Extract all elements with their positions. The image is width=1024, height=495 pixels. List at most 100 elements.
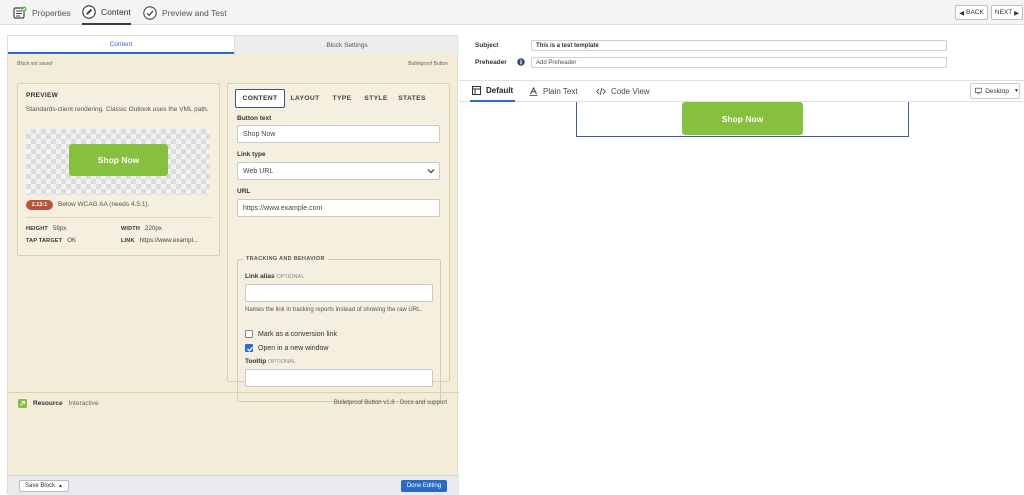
tab-plain-text-label: Plain Text bbox=[543, 87, 578, 96]
step-label: Content bbox=[101, 6, 131, 17]
tracking-title: TRACKING AND BEHAVIOR bbox=[243, 256, 328, 262]
resource-icon bbox=[18, 399, 27, 408]
step-preview-and-test[interactable]: Preview and Test bbox=[143, 0, 227, 25]
tab-block-settings[interactable]: Block Settings bbox=[234, 36, 459, 54]
tab-style[interactable]: STYLE bbox=[360, 89, 392, 108]
check-circle-icon bbox=[143, 5, 157, 20]
tap-target-stat: TAP TARGET OK bbox=[26, 237, 76, 244]
editor-tabs: Content Block Settings bbox=[8, 36, 459, 54]
step-content[interactable]: Content bbox=[82, 0, 131, 25]
tab-default-label: Default bbox=[486, 86, 514, 95]
resource-info: Resource Interactive bbox=[18, 399, 99, 408]
caret-up-icon: ▲ bbox=[58, 483, 63, 489]
conversion-label: Mark as a conversion link bbox=[258, 330, 337, 338]
resource-label: Resource bbox=[33, 400, 63, 407]
caret-right-icon: ▶ bbox=[1014, 9, 1020, 17]
url-input[interactable]: https://www.example.com bbox=[237, 199, 440, 217]
tooltip-label: Tooltip OPTIONAL bbox=[245, 358, 296, 365]
link-type-select[interactable]: Web URL bbox=[237, 162, 440, 180]
edit-pencil-icon bbox=[82, 4, 96, 19]
tab-content[interactable]: Content bbox=[8, 36, 234, 54]
caret-down-icon: ▼ bbox=[1014, 88, 1019, 94]
device-label: Desktop bbox=[985, 87, 1010, 95]
tab-default[interactable]: Default bbox=[470, 81, 516, 102]
tooltip-label-text: Tooltip bbox=[245, 358, 267, 365]
transparency-backdrop: Shop Now bbox=[26, 129, 210, 195]
tab-code-view[interactable]: Code View bbox=[596, 81, 650, 102]
height-label: HEIGHT bbox=[26, 226, 48, 232]
save-block-label: Save Block bbox=[25, 483, 56, 489]
save-block-button[interactable]: Save Block ▲ bbox=[19, 480, 69, 492]
link-stat: LINK https://www.exampl... bbox=[121, 237, 198, 244]
email-canvas-block[interactable]: Shop Now bbox=[576, 102, 909, 137]
conversion-checkbox[interactable] bbox=[245, 330, 253, 338]
subject-label: Subject bbox=[475, 42, 499, 49]
optional-tag: OPTIONAL bbox=[276, 274, 305, 280]
new-window-label: Open in a new window bbox=[258, 344, 329, 352]
wizard-bar: Properties Content Preview and Test ◀ BA… bbox=[0, 0, 1024, 25]
contrast-message: Below WCAG AA (needs 4.5:1). bbox=[58, 201, 150, 208]
info-icon[interactable] bbox=[517, 58, 525, 66]
link-alias-label-text: Link alias bbox=[245, 273, 275, 280]
next-label: NEXT bbox=[994, 9, 1013, 16]
caret-left-icon: ◀ bbox=[959, 9, 965, 17]
block-editor: Content Block Settings Block not saved B… bbox=[7, 35, 459, 495]
subject-input[interactable]: This is a test template bbox=[531, 40, 947, 51]
resource-kind: Interactive bbox=[68, 400, 99, 407]
preview-title: PREVIEW bbox=[26, 92, 59, 99]
conversion-option[interactable]: Mark as a conversion link bbox=[245, 330, 337, 338]
width-label: WIDTH bbox=[121, 226, 141, 232]
button-settings-panel: CONTENT LAYOUT TYPE STYLE STATES Button … bbox=[227, 83, 450, 402]
code-icon bbox=[596, 87, 606, 96]
width-stat: WIDTH 220px bbox=[121, 225, 162, 232]
preheader-label: Preheader bbox=[475, 59, 507, 66]
link-value: https://www.exampl... bbox=[139, 237, 199, 244]
docs-link[interactable]: Bulletproof Button v1.8 · Docs and suppo… bbox=[334, 400, 447, 406]
save-status: Block not saved bbox=[17, 61, 53, 67]
view-tabs: Default Plain Text Code View Desktop ▼ bbox=[459, 80, 1024, 102]
step-properties[interactable]: Properties bbox=[13, 0, 71, 25]
tab-plain-text[interactable]: Plain Text bbox=[529, 81, 578, 102]
preview-card: PREVIEW Standards-client rendering. Clas… bbox=[17, 83, 220, 256]
button-text-label: Button text bbox=[237, 115, 272, 122]
link-alias-input[interactable] bbox=[245, 284, 433, 302]
done-editing-button[interactable]: Done Editing bbox=[401, 480, 447, 492]
email-header: Subject This is a test template Preheade… bbox=[459, 35, 1024, 79]
tooltip-input[interactable] bbox=[245, 369, 433, 387]
text-icon bbox=[529, 87, 538, 96]
url-label: URL bbox=[237, 188, 251, 195]
new-window-checkbox[interactable] bbox=[245, 344, 254, 352]
tab-button-content[interactable]: CONTENT bbox=[235, 89, 285, 108]
link-label: LINK bbox=[121, 238, 135, 244]
back-label: BACK bbox=[966, 9, 984, 16]
button-text-input[interactable]: Shop Now bbox=[237, 125, 440, 143]
divider bbox=[26, 217, 211, 218]
tab-layout[interactable]: LAYOUT bbox=[288, 89, 322, 108]
canvas-shop-now-button[interactable]: Shop Now bbox=[682, 102, 803, 135]
tab-type[interactable]: TYPE bbox=[325, 89, 359, 108]
properties-icon bbox=[13, 5, 27, 19]
editor-footer: Save Block ▲ Done Editing bbox=[8, 475, 459, 495]
link-type-label: Link type bbox=[237, 151, 266, 158]
optional-tag: OPTIONAL bbox=[268, 359, 296, 365]
width-value: 220px bbox=[145, 225, 162, 232]
tracking-behavior-group: TRACKING AND BEHAVIOR Link alias OPTIONA… bbox=[237, 256, 441, 402]
step-label: Preview and Test bbox=[162, 7, 227, 18]
height-value: 59px bbox=[52, 225, 67, 232]
preheader-input[interactable]: Add Preheader bbox=[531, 57, 947, 68]
contrast-ratio-badge: 2.12:1 bbox=[26, 200, 53, 210]
preview-shop-now-button: Shop Now bbox=[69, 144, 168, 176]
link-alias-label: Link alias OPTIONAL bbox=[245, 273, 304, 280]
back-button[interactable]: ◀ BACK bbox=[955, 5, 988, 20]
height-stat: HEIGHT 59px bbox=[26, 225, 66, 232]
step-label: Properties bbox=[32, 7, 71, 18]
device-select[interactable]: Desktop ▼ bbox=[970, 83, 1020, 99]
next-button[interactable]: NEXT ▶ bbox=[991, 5, 1023, 20]
tab-code-view-label: Code View bbox=[611, 87, 650, 96]
tab-states[interactable]: STATES bbox=[393, 89, 431, 108]
monitor-icon bbox=[975, 87, 983, 95]
new-window-option[interactable]: Open in a new window bbox=[245, 344, 328, 352]
divider bbox=[8, 392, 459, 393]
link-alias-help: Names the link in tracking reports inste… bbox=[245, 307, 423, 313]
tap-target-value: OK bbox=[67, 237, 77, 244]
